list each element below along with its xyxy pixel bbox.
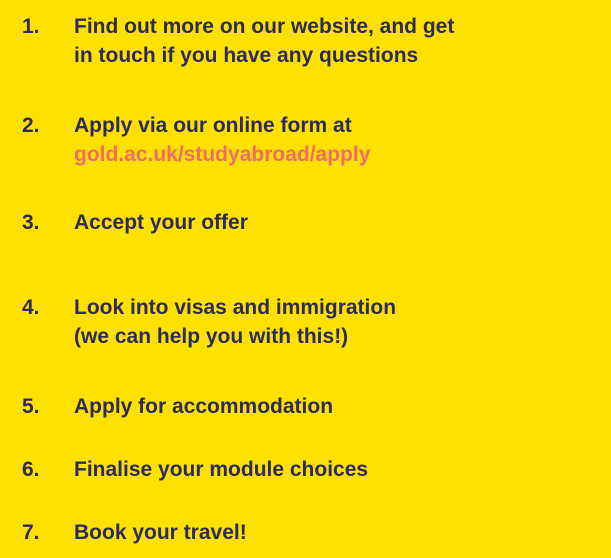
step-number: 5. — [22, 395, 40, 418]
step-text: Finalise your module choices — [74, 455, 604, 484]
step-text: Book your travel! — [74, 518, 604, 547]
step-text: Apply via our online form at gold.ac.uk/… — [74, 111, 604, 169]
step-number: 1. — [22, 15, 40, 38]
step-number: 2. — [22, 114, 40, 137]
step-text-line: Apply for accommodation — [74, 395, 334, 418]
step-text-line: Find out more on our website, and get — [74, 15, 455, 38]
step-number: 7. — [22, 521, 40, 544]
step-text-line: in touch if you have any questions — [74, 44, 419, 67]
step-text-line: (we can help you with this!) — [74, 325, 349, 348]
step-number: 3. — [22, 211, 40, 234]
apply-link[interactable]: gold.ac.uk/studyabroad/apply — [74, 140, 604, 169]
step-text-line: Accept your offer — [74, 211, 248, 234]
step-text-line: Book your travel! — [74, 521, 247, 544]
step-text-line: Look into visas and immigration — [74, 296, 397, 319]
step-text: Accept your offer — [74, 208, 604, 237]
step-text: Find out more on our website, and get in… — [74, 12, 604, 70]
step-text: Apply for accommodation — [74, 392, 604, 421]
step-text-line: Apply via our online form at — [74, 114, 352, 137]
steps-list: 1. Find out more on our website, and get… — [0, 0, 611, 558]
step-number: 6. — [22, 458, 40, 481]
step-number: 4. — [22, 296, 40, 319]
step-text-line: Finalise your module choices — [74, 458, 369, 481]
step-text: Look into visas and immigration (we can … — [74, 293, 604, 351]
